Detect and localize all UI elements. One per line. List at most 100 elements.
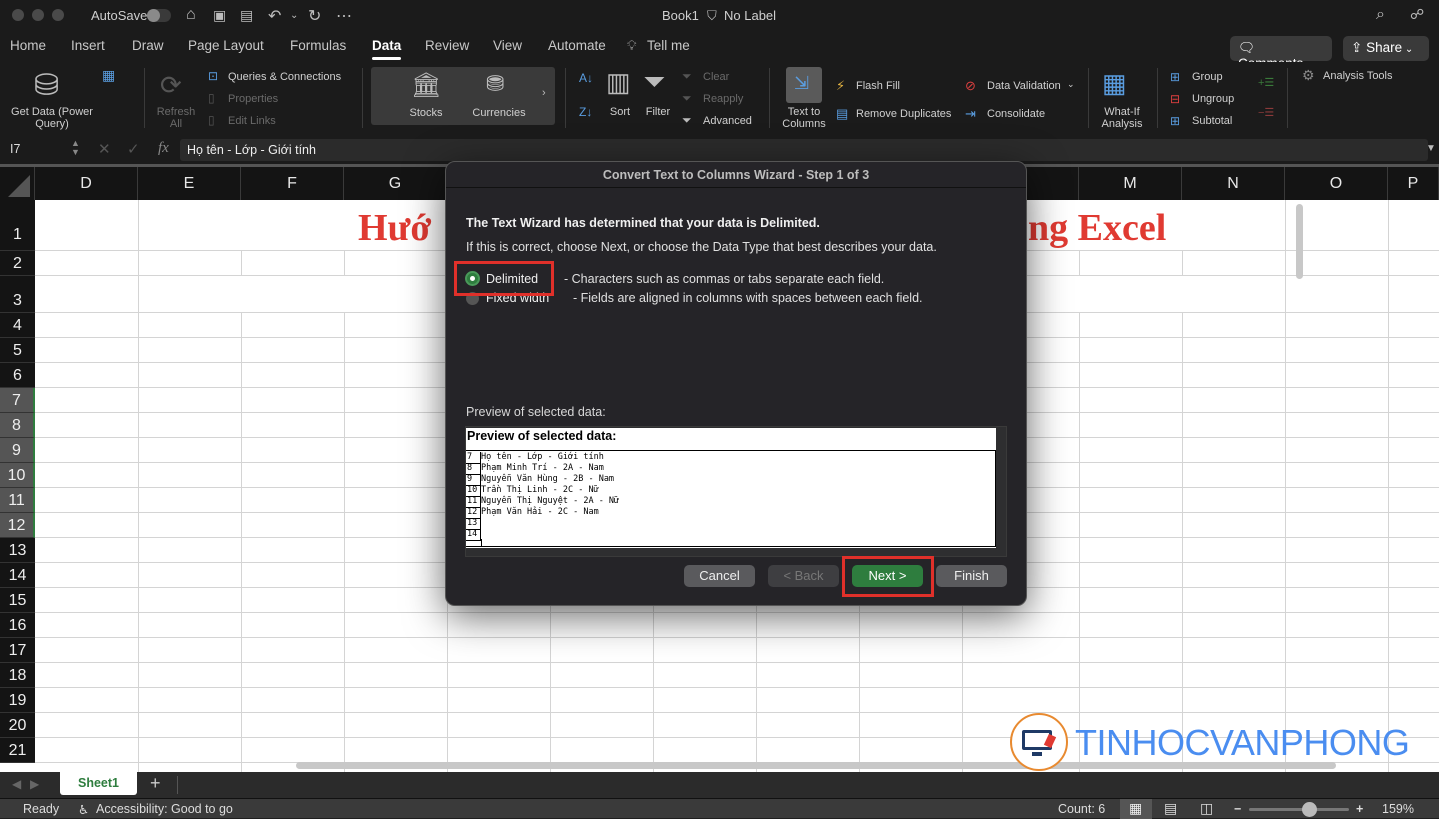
column-header-d[interactable]: D bbox=[35, 167, 138, 200]
search-icon[interactable]: ⌕ bbox=[1376, 6, 1385, 24]
show-detail-icon[interactable]: +☰ bbox=[1258, 76, 1274, 89]
remove-duplicates-button[interactable]: Remove Duplicates bbox=[856, 108, 951, 120]
consolidate-button[interactable]: Consolidate bbox=[987, 108, 1045, 120]
minimize-window-button[interactable] bbox=[32, 9, 44, 21]
reapply-button[interactable]: Reapply bbox=[703, 93, 743, 105]
sensitivity-label[interactable]: No Label bbox=[724, 8, 776, 23]
zoom-level[interactable]: 159% bbox=[1382, 802, 1414, 816]
column-header-f[interactable]: F bbox=[241, 167, 344, 200]
insert-function-icon[interactable]: fx bbox=[158, 140, 169, 157]
zoom-slider-handle[interactable] bbox=[1302, 802, 1317, 817]
row-header-8[interactable]: 8 bbox=[0, 413, 35, 438]
filter-button[interactable]: Filter bbox=[638, 106, 678, 118]
row-header-1[interactable]: 1 bbox=[0, 200, 35, 251]
column-header-p[interactable]: P bbox=[1388, 167, 1439, 200]
select-all-button[interactable] bbox=[0, 167, 35, 200]
column-header-g[interactable]: G bbox=[344, 167, 447, 200]
advanced-button[interactable]: Advanced bbox=[703, 115, 752, 127]
column-header-m[interactable]: M bbox=[1079, 167, 1182, 200]
tab-home[interactable]: Home bbox=[10, 38, 46, 53]
properties-button[interactable]: Properties bbox=[228, 93, 278, 105]
from-picture-icon[interactable]: ▦ bbox=[102, 67, 115, 84]
name-box-stepper-icon[interactable]: ▲ ▼ bbox=[71, 139, 80, 157]
page-layout-view-icon[interactable]: ▤ bbox=[1164, 800, 1177, 817]
cancel-entry-icon[interactable]: ✕ bbox=[98, 140, 111, 158]
flash-fill-button[interactable]: Flash Fill bbox=[856, 80, 900, 92]
text-to-columns-button[interactable]: Text to bbox=[775, 106, 833, 118]
column-header-o[interactable]: O bbox=[1285, 167, 1388, 200]
tell-me-search[interactable]: Tell me bbox=[647, 38, 690, 53]
group-button[interactable]: Group bbox=[1192, 71, 1223, 83]
tab-automate[interactable]: Automate bbox=[548, 38, 606, 53]
edit-links-button[interactable]: Edit Links bbox=[228, 115, 276, 127]
row-header-9[interactable]: 9 bbox=[0, 438, 35, 463]
sort-button[interactable]: Sort bbox=[600, 106, 640, 118]
finish-button[interactable]: Finish bbox=[936, 565, 1007, 587]
expand-formula-icon[interactable]: ▼ bbox=[1426, 143, 1436, 154]
row-header-15[interactable]: 15 bbox=[0, 588, 35, 613]
row-header-3[interactable]: 3 bbox=[0, 276, 35, 313]
row-header-14[interactable]: 14 bbox=[0, 563, 35, 588]
cancel-button[interactable]: Cancel bbox=[684, 565, 755, 587]
sort-z-a-icon[interactable]: Z↓ bbox=[579, 105, 592, 119]
row-header-11[interactable]: 11 bbox=[0, 488, 35, 513]
row-header-10[interactable]: 10 bbox=[0, 463, 35, 488]
tab-data[interactable]: Data bbox=[372, 38, 402, 60]
undo-icon[interactable]: ↶ bbox=[268, 6, 281, 26]
more-icon[interactable]: ⋯ bbox=[336, 6, 352, 26]
subtotal-button[interactable]: Subtotal bbox=[1192, 115, 1232, 127]
formula-input[interactable]: Họ tên - Lớp - Giới tính bbox=[180, 139, 1428, 161]
normal-view-button[interactable]: ▦ bbox=[1120, 799, 1152, 819]
row-header-4[interactable]: 4 bbox=[0, 313, 35, 338]
redo-icon[interactable]: ↻ bbox=[308, 6, 321, 26]
ungroup-button[interactable]: Ungroup bbox=[1192, 93, 1234, 105]
maximize-window-button[interactable] bbox=[52, 9, 64, 21]
zoom-out-button[interactable]: − bbox=[1234, 802, 1241, 816]
zoom-in-button[interactable]: + bbox=[1356, 802, 1363, 816]
close-window-button[interactable] bbox=[12, 9, 24, 21]
save-as-icon[interactable]: ▤ bbox=[240, 7, 253, 24]
zoom-slider[interactable] bbox=[1249, 802, 1349, 817]
tab-formulas[interactable]: Formulas bbox=[290, 38, 346, 53]
undo-dropdown-icon[interactable]: ⌄ bbox=[290, 10, 298, 21]
row-header-17[interactable]: 17 bbox=[0, 638, 35, 663]
confirm-entry-icon[interactable]: ✓ bbox=[127, 140, 140, 158]
name-box[interactable]: I7 bbox=[10, 142, 20, 156]
row-header-7[interactable]: 7 bbox=[0, 388, 35, 413]
clear-button[interactable]: Clear bbox=[703, 71, 729, 83]
sort-a-z-icon[interactable]: A↓ bbox=[579, 71, 593, 85]
row-header-16[interactable]: 16 bbox=[0, 613, 35, 638]
tab-insert[interactable]: Insert bbox=[71, 38, 105, 53]
stocks-button[interactable]: Stocks bbox=[396, 107, 456, 119]
autosave-toggle[interactable] bbox=[147, 9, 171, 22]
chevron-down-icon[interactable]: ⌄ bbox=[1067, 79, 1075, 90]
row-header-21[interactable]: 21 bbox=[0, 738, 35, 763]
home-icon[interactable]: ⌂ bbox=[186, 6, 196, 24]
comments-button[interactable]: 🗨︎ Comments bbox=[1230, 36, 1332, 71]
row-header-2[interactable]: 2 bbox=[0, 251, 35, 276]
queries-connections-button[interactable]: Queries & Connections bbox=[228, 71, 341, 83]
accessibility-status[interactable]: Accessibility: Good to go bbox=[96, 802, 233, 816]
add-sheet-button[interactable]: + bbox=[150, 773, 161, 794]
column-header-n[interactable]: N bbox=[1182, 167, 1285, 200]
sheet-tab-sheet1[interactable]: Sheet1 bbox=[60, 772, 137, 795]
row-header-5[interactable]: 5 bbox=[0, 338, 35, 363]
vertical-scrollbar[interactable] bbox=[1296, 204, 1303, 279]
tab-review[interactable]: Review bbox=[425, 38, 469, 53]
row-header-13[interactable]: 13 bbox=[0, 538, 35, 563]
column-header-e[interactable]: E bbox=[138, 167, 241, 200]
row-header-19[interactable]: 19 bbox=[0, 688, 35, 713]
page-break-view-icon[interactable]: ◫ bbox=[1200, 800, 1213, 817]
tab-view[interactable]: View bbox=[493, 38, 522, 53]
collaborate-icon[interactable]: ☍ bbox=[1410, 6, 1424, 23]
tab-page-layout[interactable]: Page Layout bbox=[188, 38, 264, 53]
row-header-12[interactable]: 12 bbox=[0, 513, 35, 538]
row-header-6[interactable]: 6 bbox=[0, 363, 35, 388]
row-header-20[interactable]: 20 bbox=[0, 713, 35, 738]
prev-sheet-icon[interactable]: ◀ bbox=[12, 777, 21, 791]
row-header-18[interactable]: 18 bbox=[0, 663, 35, 688]
what-if-analysis-button[interactable]: What-If bbox=[1094, 106, 1150, 118]
next-sheet-icon[interactable]: ▶ bbox=[30, 777, 39, 791]
back-button[interactable]: < Back bbox=[768, 565, 839, 587]
data-validation-button[interactable]: Data Validation bbox=[987, 80, 1061, 92]
